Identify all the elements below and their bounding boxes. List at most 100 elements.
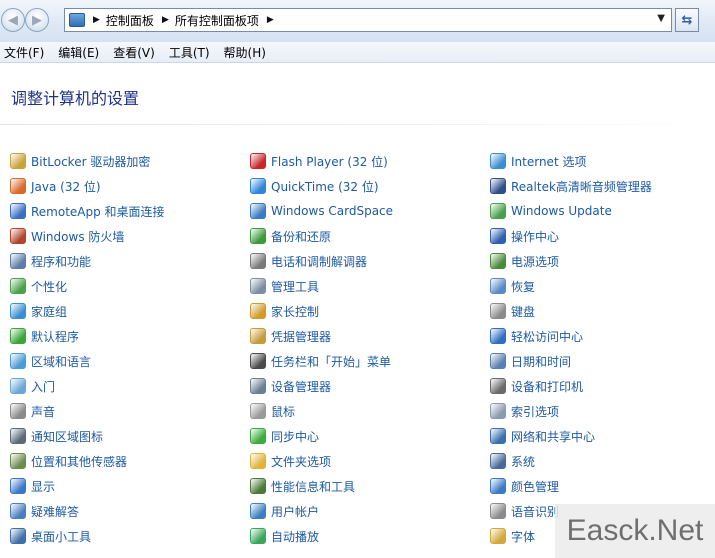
control-panel-item[interactable]: Windows 防火墙 xyxy=(10,225,124,247)
control-panel-item[interactable]: 轻松访问中心 xyxy=(490,325,583,347)
control-panel-item[interactable]: 键盘 xyxy=(490,300,535,322)
menu-edit[interactable]: 编辑(E) xyxy=(58,44,99,61)
control-panel-item[interactable]: 颜色管理 xyxy=(490,475,559,497)
item-label: 设备管理器 xyxy=(271,379,332,394)
control-panel-item[interactable]: 个性化 xyxy=(10,275,67,297)
control-panel-icon xyxy=(69,13,85,27)
credential-manager-icon xyxy=(250,328,266,344)
menu-file[interactable]: 文件(F) xyxy=(4,44,44,61)
indexing-options-icon xyxy=(490,403,506,419)
breadcrumb-separator-icon: ▶ xyxy=(93,15,100,25)
control-panel-item[interactable]: 声音 xyxy=(10,400,55,422)
forward-button[interactable]: ▶ xyxy=(25,8,49,32)
address-bar[interactable]: ▶ 控制面板 ▶ 所有控制面板项 ▶ ▼ xyxy=(64,8,672,32)
item-label: 设备和打印机 xyxy=(511,379,584,394)
quicktime-icon xyxy=(250,178,266,194)
control-panel-item[interactable]: Flash Player (32 位) xyxy=(250,150,388,172)
mouse-icon xyxy=(250,403,266,419)
control-panel-item[interactable]: 语音识别 xyxy=(490,500,559,522)
control-panel-item[interactable]: 家长控制 xyxy=(250,300,319,322)
address-dropdown-icon[interactable]: ▼ xyxy=(657,13,665,24)
item-label: 系统 xyxy=(511,454,536,469)
control-panel-item[interactable]: Internet 选项 xyxy=(490,150,586,172)
menu-view[interactable]: 查看(V) xyxy=(113,44,155,61)
recovery-icon xyxy=(490,278,506,294)
control-panel-item[interactable]: 鼠标 xyxy=(250,400,295,422)
item-label: 桌面小工具 xyxy=(31,529,92,544)
color-management-icon xyxy=(490,478,506,494)
device-manager-icon xyxy=(250,378,266,394)
item-label: 字体 xyxy=(511,529,536,544)
item-label: 区域和语言 xyxy=(31,354,92,369)
control-panel-item[interactable]: 凭据管理器 xyxy=(250,325,331,347)
control-panel-item[interactable]: Realtek高清晰音频管理器 xyxy=(490,175,652,197)
control-panel-item[interactable]: 自动播放 xyxy=(250,525,319,547)
control-panel-item[interactable]: 性能信息和工具 xyxy=(250,475,355,497)
control-panel-item[interactable]: Windows Update xyxy=(490,200,612,222)
breadcrumb-control-panel[interactable]: 控制面板 xyxy=(106,12,154,29)
control-panel-item[interactable]: 用户帐户 xyxy=(250,500,319,522)
control-panel-item[interactable]: 位置和其他传感器 xyxy=(10,450,127,472)
menu-tools[interactable]: 工具(T) xyxy=(169,44,210,61)
personalization-icon xyxy=(10,278,26,294)
programs-icon xyxy=(10,253,26,269)
control-panel-item[interactable]: 疑难解答 xyxy=(10,500,79,522)
address-toolbar: ◀ ▶ ▶ 控制面板 ▶ 所有控制面板项 ▶ ▼ ⇆ xyxy=(0,0,715,42)
control-panel-item[interactable]: 系统 xyxy=(490,450,535,472)
breadcrumb-all-items[interactable]: 所有控制面板项 xyxy=(175,12,259,29)
control-panel-item[interactable]: 任务栏和「开始」菜单 xyxy=(250,350,391,372)
breadcrumb-separator-icon[interactable]: ▶ xyxy=(267,15,274,25)
control-panel-item[interactable]: 管理工具 xyxy=(250,275,319,297)
ease-of-access-icon xyxy=(490,328,506,344)
watermark: Easck.Net xyxy=(555,504,715,558)
location-sensors-icon xyxy=(10,453,26,469)
control-panel-item[interactable]: 区域和语言 xyxy=(10,350,91,372)
item-label: QuickTime (32 位) xyxy=(271,179,379,194)
internet-options-icon xyxy=(490,153,506,169)
control-panel-item[interactable]: 程序和功能 xyxy=(10,250,91,272)
control-panel-item[interactable]: 通知区域图标 xyxy=(10,425,103,447)
item-label: 同步中心 xyxy=(271,429,320,444)
control-panel-item[interactable]: 设备和打印机 xyxy=(490,375,583,397)
control-panel-item[interactable]: 同步中心 xyxy=(250,425,319,447)
control-panel-item[interactable]: QuickTime (32 位) xyxy=(250,175,379,197)
control-panel-item[interactable]: Windows CardSpace xyxy=(250,200,393,222)
refresh-button[interactable]: ⇆ xyxy=(675,8,699,32)
control-panel-item[interactable]: 字体 xyxy=(490,525,535,547)
back-button[interactable]: ◀ xyxy=(1,8,25,32)
control-panel-item[interactable]: 显示 xyxy=(10,475,55,497)
control-panel-item[interactable]: 桌面小工具 xyxy=(10,525,91,547)
control-panel-item[interactable]: 默认程序 xyxy=(10,325,79,347)
remoteapp-icon xyxy=(10,203,26,219)
control-panel-item[interactable]: 操作中心 xyxy=(490,225,559,247)
item-label: 网络和共享中心 xyxy=(511,429,596,444)
control-panel-item[interactable]: 备份和还原 xyxy=(250,225,331,247)
item-label: 性能信息和工具 xyxy=(271,479,356,494)
menu-bar: 文件(F) 编辑(E) 查看(V) 工具(T) 帮助(H) xyxy=(0,42,715,63)
page-title: 调整计算机的设置 xyxy=(11,89,140,108)
control-panel-item[interactable]: 设备管理器 xyxy=(250,375,331,397)
control-panel-item[interactable]: RemoteApp 和桌面连接 xyxy=(10,200,165,222)
item-label: 家庭组 xyxy=(31,304,68,319)
parental-controls-icon xyxy=(250,303,266,319)
backup-restore-icon xyxy=(250,228,266,244)
control-panel-item[interactable]: 索引选项 xyxy=(490,400,559,422)
control-panel-item[interactable]: 网络和共享中心 xyxy=(490,425,595,447)
control-panel-item[interactable]: BitLocker 驱动器加密 xyxy=(10,150,150,172)
control-panel-item[interactable]: 文件夹选项 xyxy=(250,450,331,472)
menu-help[interactable]: 帮助(H) xyxy=(224,44,266,61)
item-label: RemoteApp 和桌面连接 xyxy=(31,204,165,219)
item-label: 声音 xyxy=(31,404,56,419)
control-panel-item[interactable]: 电源选项 xyxy=(490,250,559,272)
cardspace-icon xyxy=(250,203,266,219)
java-icon xyxy=(10,178,26,194)
action-center-icon xyxy=(490,228,506,244)
item-label: 鼠标 xyxy=(271,404,296,419)
item-label: 文件夹选项 xyxy=(271,454,332,469)
control-panel-item[interactable]: 恢复 xyxy=(490,275,535,297)
control-panel-item[interactable]: 家庭组 xyxy=(10,300,67,322)
control-panel-item[interactable]: 入门 xyxy=(10,375,55,397)
control-panel-item[interactable]: 日期和时间 xyxy=(490,350,571,372)
control-panel-item[interactable]: Java (32 位) xyxy=(10,175,101,197)
control-panel-item[interactable]: 电话和调制解调器 xyxy=(250,250,367,272)
